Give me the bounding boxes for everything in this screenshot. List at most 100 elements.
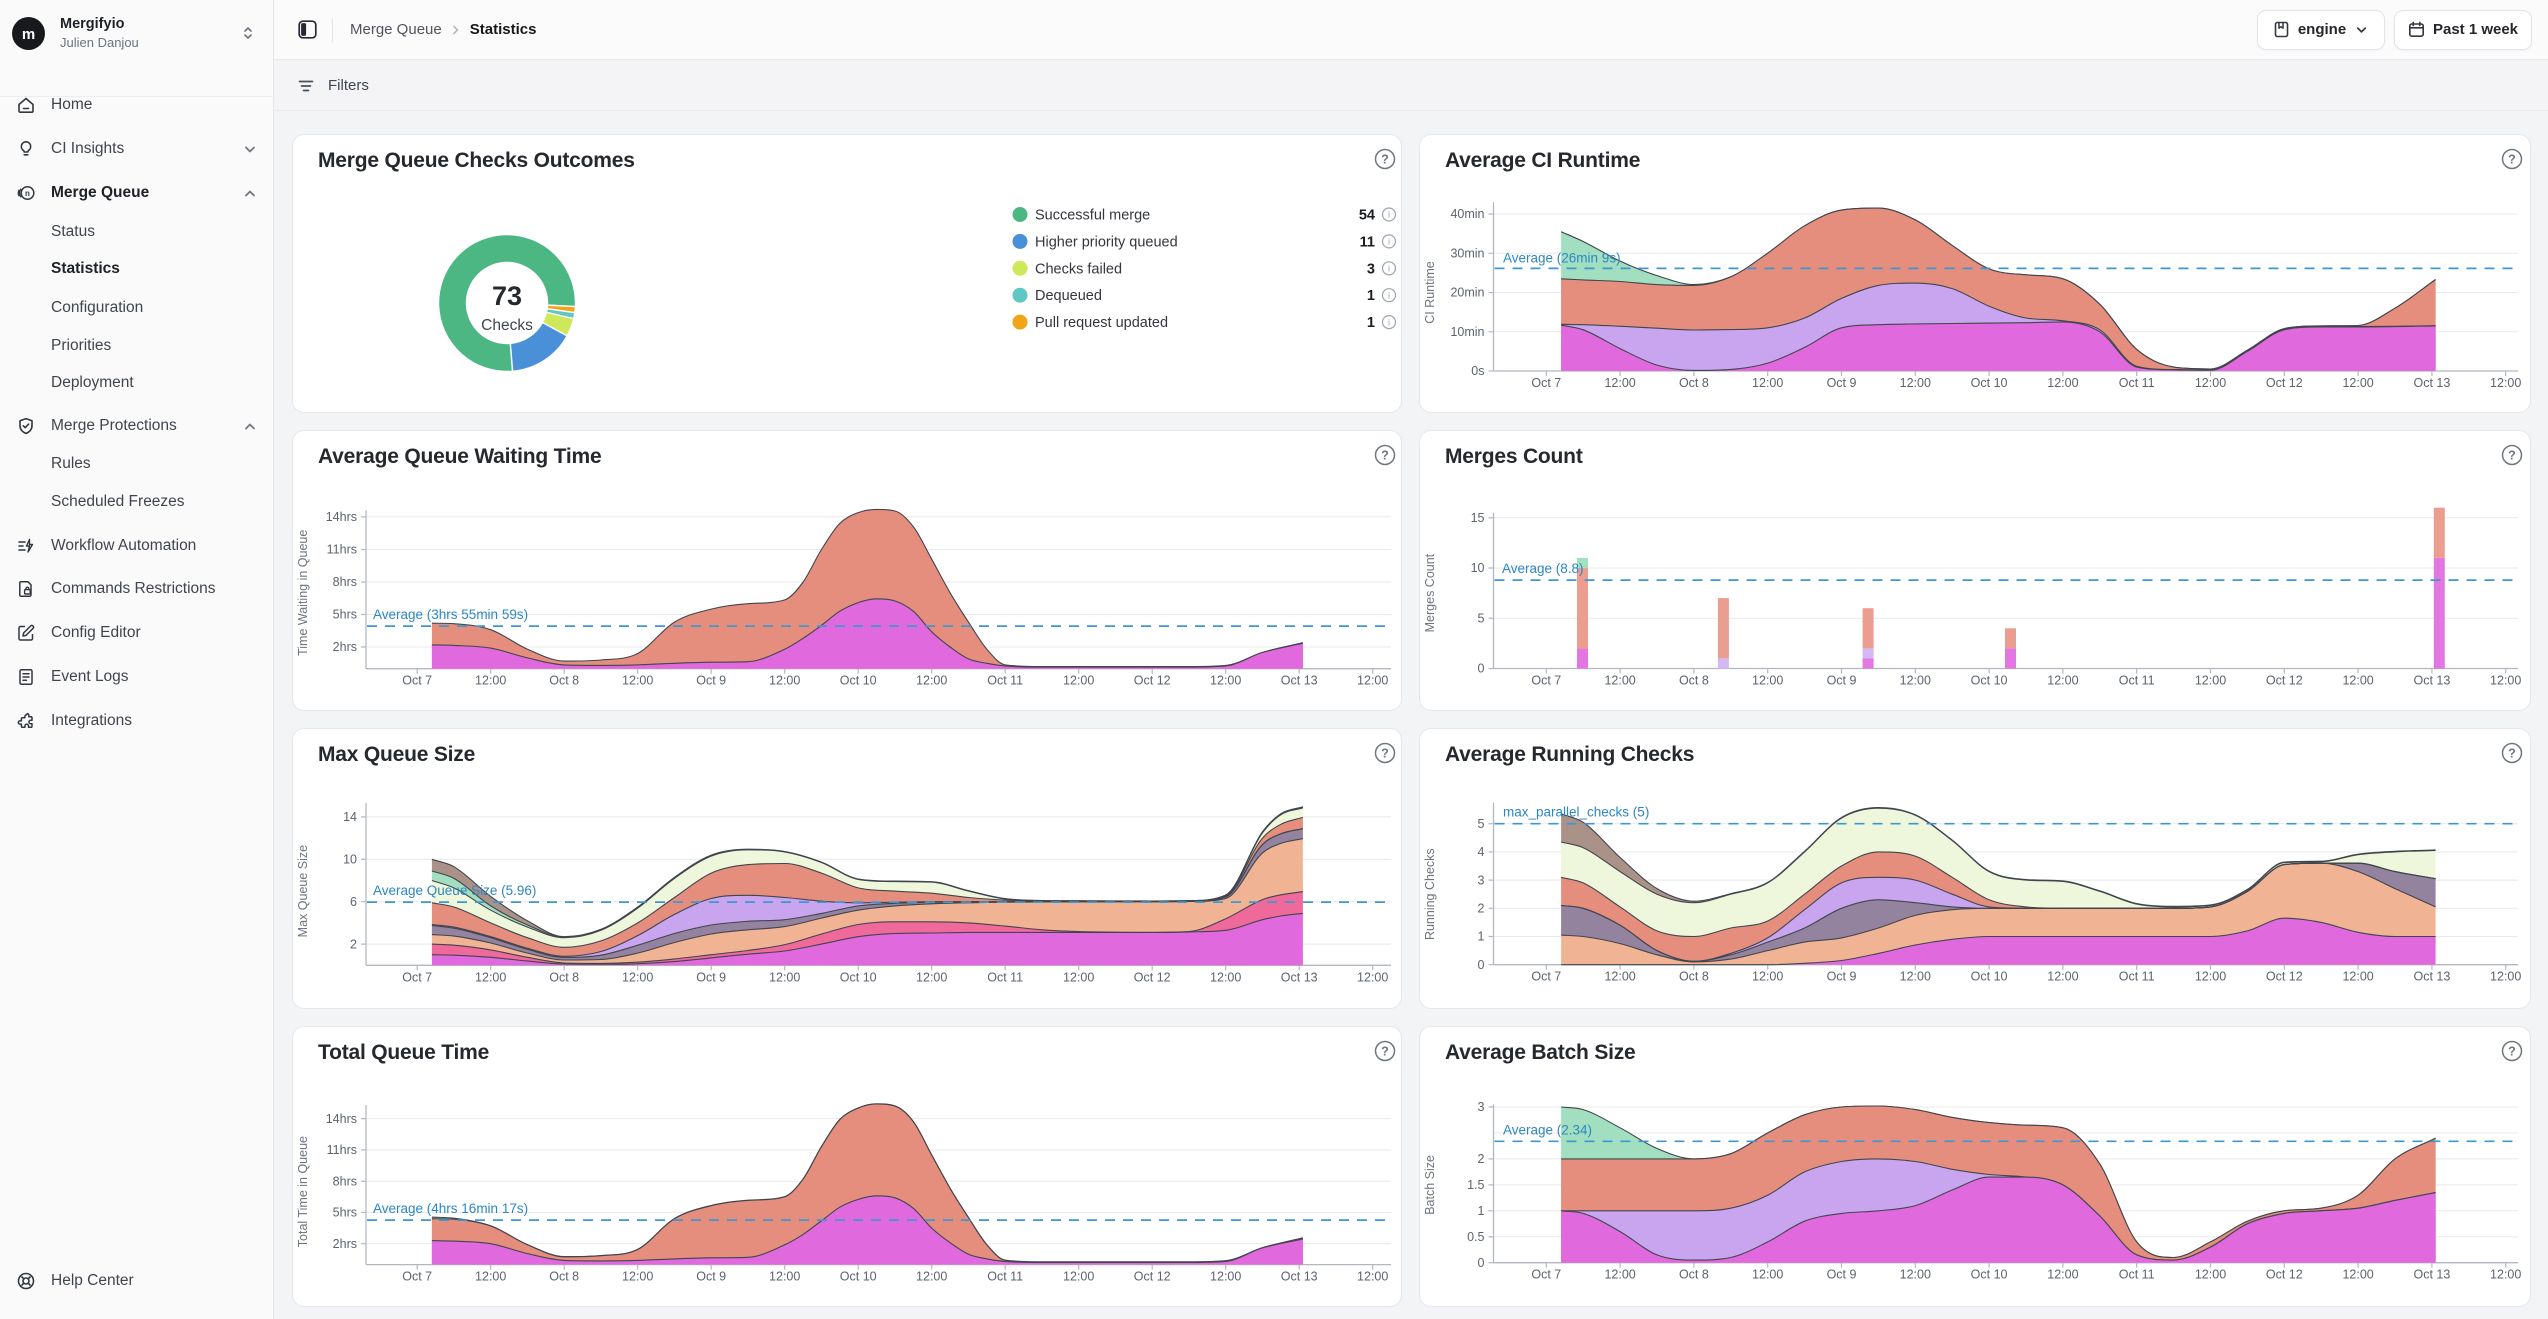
svg-text:1.5: 1.5	[1467, 1178, 1484, 1192]
svg-text:Merge Queue Checks Outcomes: Merge Queue Checks Outcomes	[318, 149, 635, 172]
svg-text:1: 1	[1367, 315, 1375, 331]
svg-text:Merges Count: Merges Count	[1423, 553, 1437, 632]
svg-text:Time Waiting in Queue: Time Waiting in Queue	[296, 530, 310, 656]
svg-text:Oct 7: Oct 7	[1531, 970, 1561, 984]
svg-text:Oct 8: Oct 8	[549, 1270, 579, 1284]
svg-text:12:00: 12:00	[1752, 970, 1783, 984]
svg-text:Oct 10: Oct 10	[840, 970, 877, 984]
svg-text:12:00: 12:00	[2342, 970, 2373, 984]
svg-text:?: ?	[2508, 449, 2516, 463]
svg-text:12:00: 12:00	[1752, 376, 1783, 390]
svg-text:12:00: 12:00	[2490, 970, 2521, 984]
svg-text:12:00: 12:00	[1752, 674, 1783, 688]
svg-text:12:00: 12:00	[769, 1270, 800, 1284]
svg-text:1: 1	[1478, 930, 1485, 944]
svg-text:30min: 30min	[1450, 246, 1484, 260]
svg-text:12:00: 12:00	[2490, 674, 2521, 688]
svg-text:2: 2	[1478, 902, 1485, 916]
svg-text:20min: 20min	[1450, 286, 1484, 300]
svg-text:Oct 8: Oct 8	[1679, 970, 1709, 984]
svg-text:12:00: 12:00	[1900, 674, 1931, 688]
svg-text:n: n	[25, 189, 30, 198]
svg-text:12:00: 12:00	[1900, 376, 1931, 390]
svg-text:Oct 12: Oct 12	[1134, 1270, 1171, 1284]
svg-text:1: 1	[1367, 288, 1375, 304]
svg-text:Oct 11: Oct 11	[987, 1270, 1023, 1284]
svg-text:12:00: 12:00	[1604, 674, 1635, 688]
svg-text:54: 54	[1359, 208, 1375, 224]
svg-text:Oct 8: Oct 8	[1679, 674, 1709, 688]
svg-text:i: i	[1388, 317, 1390, 327]
svg-text:Oct 9: Oct 9	[1827, 1268, 1857, 1282]
svg-text:1: 1	[1478, 1204, 1485, 1218]
svg-text:Average (3hrs 55min 59s): Average (3hrs 55min 59s)	[373, 607, 528, 622]
svg-text:Oct 7: Oct 7	[402, 674, 432, 688]
svg-text:12:00: 12:00	[622, 970, 653, 984]
svg-text:5: 5	[1478, 612, 1485, 626]
svg-text:12:00: 12:00	[1063, 970, 1094, 984]
svg-text:12:00: 12:00	[1357, 1270, 1388, 1284]
svg-text:11hrs: 11hrs	[327, 1143, 357, 1157]
svg-text:Oct 8: Oct 8	[1679, 1268, 1709, 1282]
svg-text:12:00: 12:00	[1210, 674, 1241, 688]
svg-text:?: ?	[2508, 1045, 2516, 1059]
svg-text:12:00: 12:00	[1752, 1268, 1783, 1282]
svg-text:12:00: 12:00	[2195, 674, 2226, 688]
svg-text:12:00: 12:00	[2047, 1268, 2078, 1282]
svg-text:12:00: 12:00	[2195, 376, 2226, 390]
svg-text:12:00: 12:00	[1210, 1270, 1241, 1284]
svg-text:8hrs: 8hrs	[333, 1174, 357, 1188]
svg-text:Batch Size: Batch Size	[1423, 1155, 1437, 1215]
svg-text:0: 0	[1478, 662, 1485, 676]
svg-text:Oct 9: Oct 9	[1827, 674, 1857, 688]
svg-text:Oct 12: Oct 12	[1134, 970, 1171, 984]
svg-text:Max Queue Size: Max Queue Size	[318, 743, 475, 766]
svg-text:14hrs: 14hrs	[326, 1112, 357, 1126]
svg-text:i: i	[1388, 210, 1390, 220]
svg-text:?: ?	[1381, 1045, 1389, 1059]
svg-text:m: m	[22, 26, 35, 43]
svg-text:?: ?	[2508, 153, 2516, 167]
svg-text:12:00: 12:00	[1900, 1268, 1931, 1282]
svg-text:Oct 9: Oct 9	[696, 1270, 726, 1284]
svg-text:3: 3	[1367, 261, 1375, 277]
svg-text:3: 3	[1478, 1100, 1485, 1114]
svg-text:Average Queue Waiting Time: Average Queue Waiting Time	[318, 445, 601, 468]
svg-text:Oct 13: Oct 13	[1281, 970, 1318, 984]
svg-text:Average (2.34): Average (2.34)	[1503, 1122, 1592, 1137]
svg-text:CI Runtime: CI Runtime	[1423, 261, 1437, 324]
svg-text:8hrs: 8hrs	[333, 575, 357, 589]
svg-text:12:00: 12:00	[475, 970, 506, 984]
svg-text:Total Queue Time: Total Queue Time	[318, 1041, 489, 1064]
svg-text:12:00: 12:00	[1900, 970, 1931, 984]
svg-text:10: 10	[343, 853, 357, 867]
svg-text:Oct 11: Oct 11	[2119, 376, 2155, 390]
svg-text:Oct 10: Oct 10	[1971, 376, 2008, 390]
svg-text:73: 73	[492, 281, 522, 311]
svg-text:Average Batch Size: Average Batch Size	[1445, 1041, 1636, 1064]
svg-text:Oct 12: Oct 12	[2266, 1268, 2303, 1282]
svg-text:12:00: 12:00	[622, 1270, 653, 1284]
svg-text:Oct 11: Oct 11	[2119, 674, 2155, 688]
svg-text:Checks: Checks	[481, 317, 533, 334]
svg-text:2hrs: 2hrs	[333, 1237, 357, 1251]
svg-text:14: 14	[343, 810, 357, 824]
svg-text:i: i	[1388, 237, 1390, 247]
svg-text:Oct 7: Oct 7	[1531, 1268, 1561, 1282]
svg-text:12:00: 12:00	[916, 674, 947, 688]
svg-text:0: 0	[1478, 958, 1485, 972]
svg-text:Merges Count: Merges Count	[1445, 445, 1583, 468]
svg-text:2: 2	[350, 937, 357, 951]
svg-text:15: 15	[1471, 511, 1485, 525]
svg-text:12:00: 12:00	[1063, 1270, 1094, 1284]
svg-text:Oct 13: Oct 13	[2413, 376, 2450, 390]
svg-text:Oct 10: Oct 10	[840, 674, 877, 688]
svg-text:Oct 12: Oct 12	[2266, 970, 2303, 984]
svg-text:4: 4	[1478, 845, 1485, 859]
svg-text:Oct 12: Oct 12	[2266, 376, 2303, 390]
svg-text:12:00: 12:00	[2195, 1268, 2226, 1282]
svg-text:12:00: 12:00	[475, 674, 506, 688]
svg-text:12:00: 12:00	[916, 970, 947, 984]
svg-text:0s: 0s	[1471, 364, 1484, 378]
svg-text:12:00: 12:00	[1604, 376, 1635, 390]
